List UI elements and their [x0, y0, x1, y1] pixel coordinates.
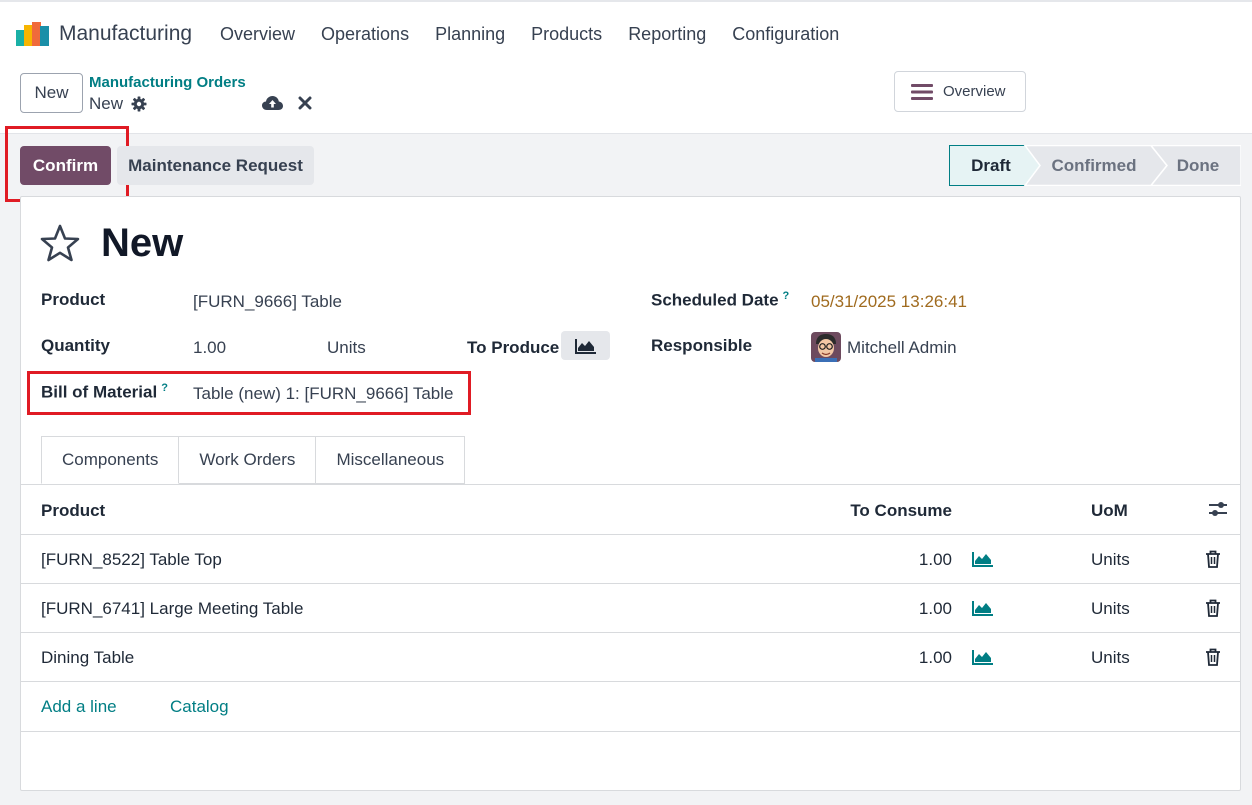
discard-close-icon[interactable] [298, 96, 312, 110]
overview-button[interactable]: Overview [894, 71, 1026, 112]
maintenance-request-button[interactable]: Maintenance Request [117, 146, 314, 185]
optional-columns-icon[interactable] [1208, 500, 1228, 518]
quantity-field[interactable]: 1.00 [193, 338, 226, 358]
forecast-chart-icon[interactable] [972, 649, 994, 665]
trash-icon[interactable] [1205, 648, 1221, 666]
highlight-box-confirm [5, 126, 129, 202]
row-to-consume[interactable]: 1.00 [919, 599, 952, 619]
notebook-tabs: Components Work Orders Miscellaneous [41, 436, 466, 484]
hamburger-icon [911, 83, 933, 100]
area-chart-icon [574, 338, 596, 354]
breadcrumb-current: New [89, 94, 124, 113]
status-draft-label: Draft [971, 156, 1011, 175]
trash-icon[interactable] [1205, 599, 1221, 617]
responsible-field[interactable]: Mitchell Admin [847, 338, 957, 358]
status-confirmed-label: Confirmed [1052, 156, 1137, 175]
scheduled-date-help-icon[interactable]: ? [783, 290, 790, 302]
add-a-line-link[interactable]: Add a line [41, 697, 117, 717]
add-line-row: Add a line Catalog [21, 682, 1240, 732]
row-to-consume[interactable]: 1.00 [919, 648, 952, 668]
menu-operations[interactable]: Operations [321, 24, 409, 45]
form-sheet: New Product [FURN_9666] Table Quantity 1… [20, 196, 1241, 791]
scheduled-date-field[interactable]: 05/31/2025 13:26:41 [811, 292, 967, 312]
save-cloud-icon[interactable] [262, 95, 283, 111]
avatar [811, 332, 841, 362]
menu-configuration[interactable]: Configuration [732, 24, 839, 45]
tab-miscellaneous[interactable]: Miscellaneous [316, 436, 466, 484]
control-panel: New Manufacturing Orders New Overview [0, 66, 1252, 134]
tab-components[interactable]: Components [41, 436, 180, 484]
catalog-link[interactable]: Catalog [170, 697, 229, 717]
tab-work-orders[interactable]: Work Orders [179, 436, 317, 484]
gear-icon[interactable] [131, 96, 147, 112]
column-header-to-consume[interactable]: To Consume [850, 501, 952, 521]
table-row[interactable]: Dining Table 1.00 Units [21, 633, 1240, 682]
bom-label-text: Bill of Material [41, 382, 158, 402]
forecast-chart-icon[interactable] [972, 551, 994, 567]
to-produce-label: To Produce [467, 338, 560, 357]
forecast-chart-icon[interactable] [972, 600, 994, 616]
manufacturing-app-icon[interactable] [16, 22, 50, 46]
menu-planning[interactable]: Planning [435, 24, 505, 45]
app-name[interactable]: Manufacturing [59, 22, 192, 46]
overview-button-label: Overview [943, 83, 1006, 100]
trash-icon[interactable] [1205, 550, 1221, 568]
table-header: Product To Consume UoM [21, 485, 1240, 535]
product-label: Product [41, 290, 106, 309]
status-bar: Draft Confirmed Done [949, 145, 1241, 186]
status-done-label: Done [1177, 156, 1220, 175]
top-navbar: Manufacturing Overview Operations Planni… [0, 0, 1252, 66]
quantity-uom-field[interactable]: Units [327, 338, 366, 358]
menu-reporting[interactable]: Reporting [628, 24, 706, 45]
row-product[interactable]: [FURN_6741] Large Meeting Table [41, 599, 303, 619]
new-button[interactable]: New [20, 73, 83, 113]
bom-help-icon[interactable]: ? [161, 382, 168, 394]
table-row[interactable]: [FURN_6741] Large Meeting Table 1.00 Uni… [21, 584, 1240, 633]
row-to-consume[interactable]: 1.00 [919, 550, 952, 570]
menu-overview[interactable]: Overview [220, 24, 295, 45]
record-title[interactable]: New [101, 221, 183, 266]
menu-products[interactable]: Products [531, 24, 602, 45]
scheduled-date-label-text: Scheduled Date [651, 290, 779, 310]
row-uom[interactable]: Units [1091, 550, 1130, 570]
main-menu: Overview Operations Planning Products Re… [220, 24, 839, 45]
row-product[interactable]: Dining Table [41, 648, 134, 668]
product-field[interactable]: [FURN_9666] Table [193, 292, 342, 312]
quantity-label: Quantity [41, 336, 110, 355]
table-row[interactable]: [FURN_8522] Table Top 1.00 Units [21, 535, 1240, 584]
column-header-uom[interactable]: UoM [1091, 501, 1128, 521]
bom-field[interactable]: Table (new) 1: [FURN_9666] Table [193, 384, 454, 404]
bom-label: Bill of Material? [41, 382, 168, 403]
row-uom[interactable]: Units [1091, 648, 1130, 668]
breadcrumb-manufacturing-orders[interactable]: Manufacturing Orders [89, 74, 246, 91]
scheduled-date-label: Scheduled Date? [651, 290, 789, 311]
row-product[interactable]: [FURN_8522] Table Top [41, 550, 222, 570]
responsible-label: Responsible [651, 336, 753, 355]
to-produce-forecast-button[interactable] [561, 331, 610, 360]
row-uom[interactable]: Units [1091, 599, 1130, 619]
priority-star-icon[interactable] [40, 224, 80, 262]
column-header-product[interactable]: Product [41, 501, 105, 521]
